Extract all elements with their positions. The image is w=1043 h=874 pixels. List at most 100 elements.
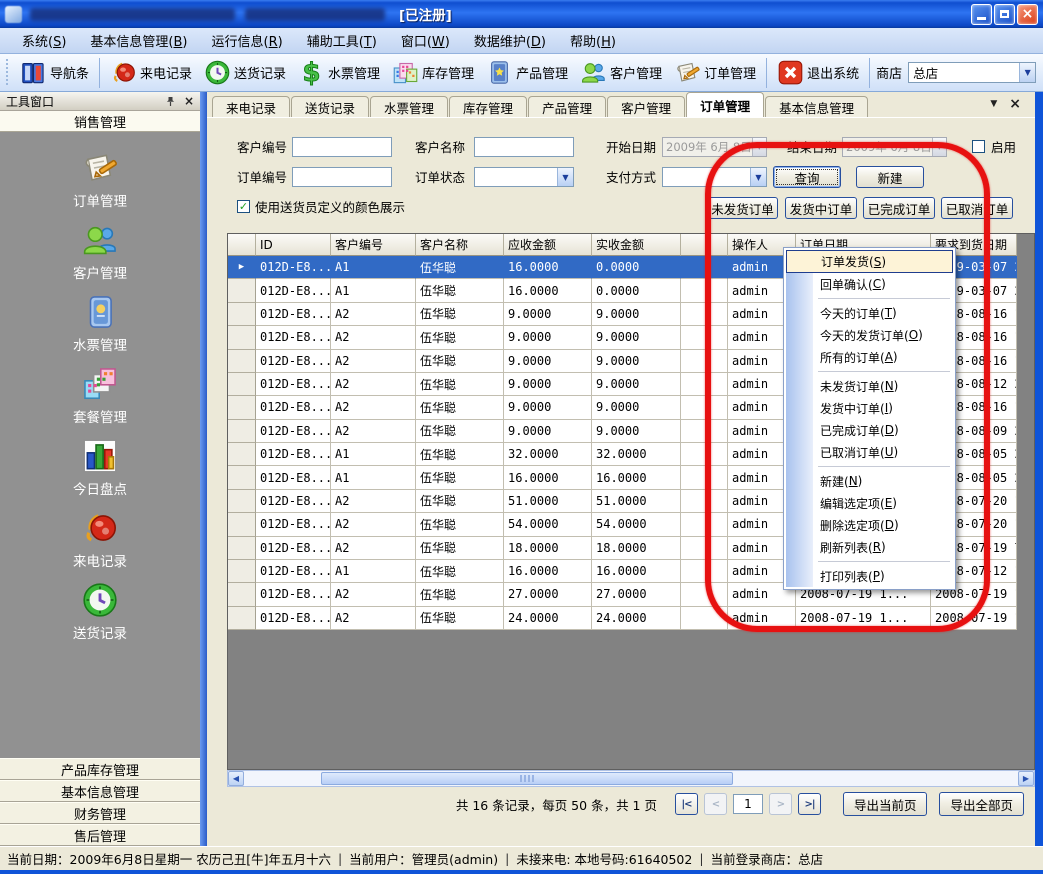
chevron-down-icon[interactable]: ▼ [752, 138, 766, 156]
row-selector-cell[interactable] [228, 420, 256, 443]
menubar-item[interactable]: 辅助工具(T) [295, 28, 389, 53]
pay-method-combo[interactable]: ▼ [662, 167, 767, 187]
store-combo[interactable]: 总店 ▼ [908, 62, 1036, 83]
toolbar-button-clock[interactable]: 送货记录 [198, 57, 292, 88]
toolbar-button-navigator-book[interactable]: 导航条 [14, 57, 95, 88]
sidebar-item-bar-chart[interactable]: 今日盘点 [73, 437, 127, 498]
new-button[interactable]: 新建 [856, 166, 924, 188]
pin-icon[interactable] [165, 96, 176, 107]
sidebar-section-button[interactable]: 售后管理 [0, 824, 200, 846]
context-menu-item[interactable]: 今天的订单(T) [786, 302, 953, 324]
column-header[interactable]: 实收金额 [592, 234, 681, 256]
tab-close-icon[interactable]: × [1009, 97, 1021, 111]
context-menu-item[interactable]: 已取消订单(U) [786, 441, 953, 463]
sidebar-section-button[interactable]: 财务管理 [0, 802, 200, 824]
shipping-orders-button[interactable]: 发货中订单 [785, 197, 857, 219]
context-menu-item[interactable]: 编辑选定项(E) [786, 492, 953, 514]
column-header[interactable]: ID [256, 234, 331, 256]
row-selector-cell[interactable] [228, 279, 256, 302]
order-no-input[interactable] [292, 167, 392, 187]
search-button[interactable]: 查询 [773, 166, 841, 188]
order-status-combo[interactable]: ▼ [474, 167, 574, 187]
context-menu-item[interactable]: 发货中订单(I) [786, 397, 953, 419]
context-menu-item[interactable]: 回单确认(C) [786, 273, 953, 295]
row-selector-cell[interactable] [228, 513, 256, 536]
row-selector-cell[interactable] [228, 537, 256, 560]
row-selector-cell[interactable] [228, 326, 256, 349]
tab-库存管理[interactable]: 库存管理 [449, 96, 527, 117]
tab-送货记录[interactable]: 送货记录 [291, 96, 369, 117]
scroll-left-icon[interactable]: ◀ [228, 771, 244, 786]
customer-name-input[interactable] [474, 137, 574, 157]
context-menu-item[interactable]: 未发货订单(N) [786, 375, 953, 397]
export-current-page-button[interactable]: 导出当前页 [843, 792, 928, 816]
chevron-down-icon[interactable]: ▼ [1019, 63, 1035, 82]
scroll-right-icon[interactable]: ▶ [1018, 771, 1034, 786]
chevron-down-icon[interactable]: ▼ [750, 168, 766, 186]
end-date-picker[interactable]: 2009年 6月 8日 ▼ [842, 137, 947, 157]
row-selector-cell[interactable] [228, 350, 256, 373]
tab-scroll-down-icon[interactable]: ▼ [990, 99, 997, 109]
row-selector-cell[interactable] [228, 607, 256, 630]
toolbar-button-product-book[interactable]: 产品管理 [480, 57, 574, 88]
context-menu-item[interactable]: 订单发货(S) [786, 250, 953, 273]
column-header[interactable]: 客户名称 [416, 234, 504, 256]
tab-来电记录[interactable]: 来电记录 [212, 96, 290, 117]
chevron-down-icon[interactable]: ▼ [557, 168, 573, 186]
sidebar-section-sales[interactable]: 销售管理 [0, 111, 200, 132]
row-selector-cell[interactable] [228, 396, 256, 419]
minimize-button[interactable] [971, 4, 992, 25]
menubar-item[interactable]: 系统(S) [10, 28, 78, 53]
row-selector-cell[interactable] [228, 490, 256, 513]
sidebar-item-ticket-card[interactable]: 水票管理 [73, 293, 127, 354]
toolbar-button-order-scroll[interactable]: 订单管理 [668, 57, 762, 88]
sidebar-item-package-cards[interactable]: 套餐管理 [73, 365, 127, 426]
toolbar-button-alarm-bell[interactable]: 来电记录 [104, 57, 198, 88]
table-row[interactable]: 012D-E8...A2伍华聪24.000024.0000admin2008-0… [228, 607, 1017, 630]
row-selector-cell[interactable] [228, 373, 256, 396]
tab-基本信息管理[interactable]: 基本信息管理 [765, 96, 868, 117]
first-page-button[interactable]: |< [675, 793, 698, 815]
sidebar-item-clock[interactable]: 送货记录 [73, 581, 127, 642]
sidebar-item-order-scroll[interactable]: 订单管理 [73, 149, 127, 210]
tab-订单管理[interactable]: 订单管理 [686, 92, 764, 117]
row-selector-cell[interactable] [228, 303, 256, 326]
close-button[interactable]: × [1017, 4, 1038, 25]
toolbar-button-exit[interactable]: 退出系统 [771, 57, 865, 88]
toolbar-button-inventory-grid[interactable]: 库存管理 [386, 57, 480, 88]
sidebar-item-alarm-bell[interactable]: 来电记录 [73, 509, 127, 570]
column-header[interactable] [681, 234, 728, 256]
enable-checkbox[interactable] [972, 140, 985, 153]
row-selector-cell[interactable] [228, 443, 256, 466]
tab-水票管理[interactable]: 水票管理 [370, 96, 448, 117]
cancelled-orders-button[interactable]: 已取消订单 [941, 197, 1013, 219]
start-date-picker[interactable]: 2009年 6月 8日 ▼ [662, 137, 767, 157]
next-page-button[interactable]: > [769, 793, 792, 815]
row-selector-cell[interactable] [228, 466, 256, 489]
toolbar-button-customer[interactable]: 客户管理 [574, 57, 668, 88]
prev-page-button[interactable]: < [704, 793, 727, 815]
menubar-item[interactable]: 帮助(H) [558, 28, 628, 53]
sidebar-section-button[interactable]: 基本信息管理 [0, 780, 200, 802]
horizontal-scrollbar[interactable]: ◀ ▶ [227, 770, 1035, 787]
customer-no-input[interactable] [292, 137, 392, 157]
menubar-item[interactable]: 窗口(W) [389, 28, 462, 53]
toolbar-button-dollar[interactable]: $水票管理 [292, 57, 386, 88]
tab-产品管理[interactable]: 产品管理 [528, 96, 606, 117]
tab-客户管理[interactable]: 客户管理 [607, 96, 685, 117]
column-header[interactable]: 客户编号 [331, 234, 416, 256]
sidebar-splitter[interactable] [200, 92, 207, 846]
chevron-down-icon[interactable]: ▼ [932, 138, 946, 156]
context-menu-item[interactable]: 打印列表(P) [786, 565, 953, 587]
maximize-button[interactable] [994, 4, 1015, 25]
row-selector-cell[interactable] [228, 560, 256, 583]
row-selector-cell[interactable] [228, 583, 256, 606]
context-menu-item[interactable]: 今天的发货订单(O) [786, 324, 953, 346]
row-selector-cell[interactable]: ▶ [228, 256, 256, 279]
context-menu-item[interactable]: 刷新列表(R) [786, 536, 953, 558]
context-menu-item[interactable]: 已完成订单(D) [786, 419, 953, 441]
sidebar-item-customer[interactable]: 客户管理 [73, 221, 127, 282]
menubar-item[interactable]: 数据维护(D) [462, 28, 558, 53]
context-menu-item[interactable]: 所有的订单(A) [786, 346, 953, 368]
completed-orders-button[interactable]: 已完成订单 [863, 197, 935, 219]
